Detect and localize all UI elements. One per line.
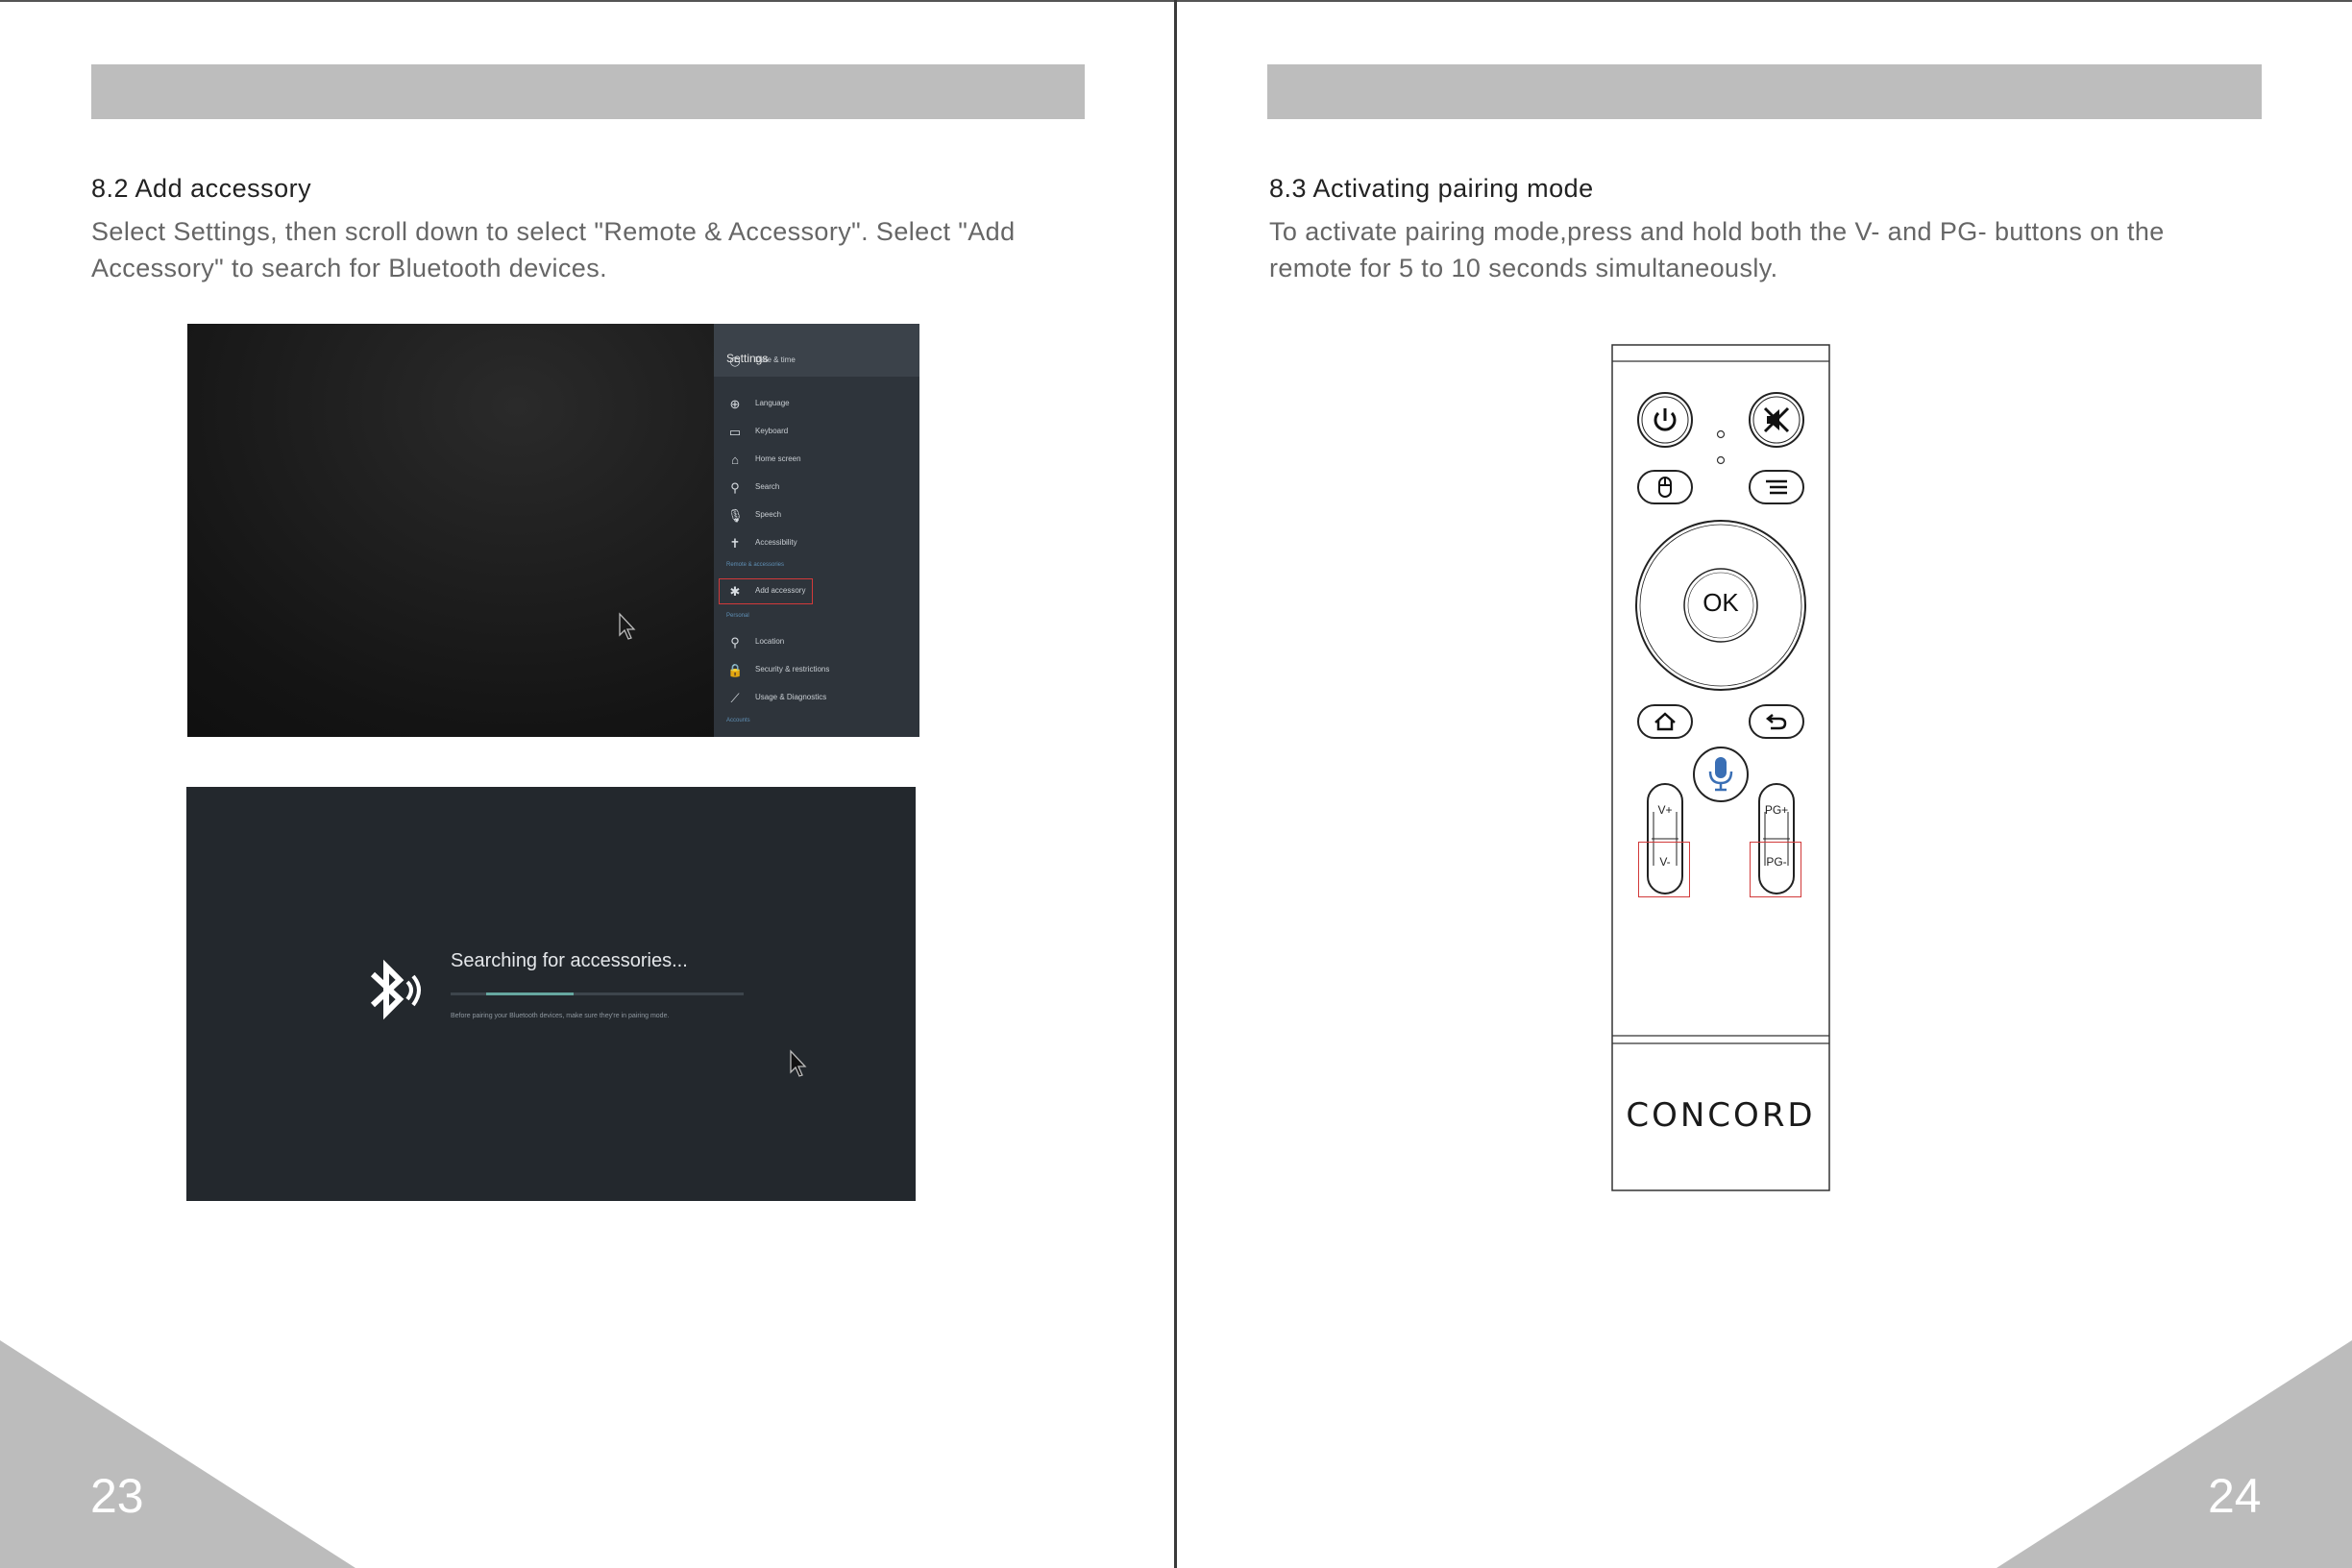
settings-item[interactable]: ▭ Keyboard xyxy=(714,422,919,443)
right-body-line-2: remote for 5 to 10 seconds simultaneousl… xyxy=(1269,254,1778,282)
settings-item-label: Location xyxy=(755,637,785,646)
right-corner-triangle xyxy=(1997,1340,2352,1568)
settings-item[interactable]: ✝ Accessibility xyxy=(714,533,919,554)
settings-item-label: Language xyxy=(755,399,790,407)
right-page-number: 24 xyxy=(2208,1469,2262,1523)
page-divider xyxy=(1174,0,1177,1568)
settings-item[interactable]: ⚲ Search xyxy=(714,478,919,499)
settings-item[interactable]: ⚲ Location xyxy=(714,632,919,653)
lock-icon: 🔒 xyxy=(727,663,744,677)
settings-item[interactable]: ⌂ Home screen xyxy=(714,450,919,471)
settings-item[interactable]: 🎙 Speech xyxy=(714,505,919,527)
globe-icon: ⊕ xyxy=(729,397,741,411)
ok-label: OK xyxy=(1703,588,1739,617)
left-page-number: 23 xyxy=(90,1469,144,1523)
settings-item-label: Speech xyxy=(755,510,782,519)
settings-item-label: Security & restrictions xyxy=(755,665,830,674)
left-body-line-2: Accessory" to search for Bluetooth devic… xyxy=(91,254,608,282)
remote-accessories-section-label: Remote & accessories xyxy=(726,562,785,568)
remote-control-diagram: OK V+ V- PG+ PG- CONCORD xyxy=(1611,344,1830,1191)
volume-down-highlight xyxy=(1638,842,1690,897)
pairing-hint-text: Before pairing your Bluetooth devices, m… xyxy=(451,1013,670,1019)
chart-line-icon: ⟋ xyxy=(730,691,740,705)
mouse-cursor-icon xyxy=(619,612,636,640)
settings-item[interactable]: ⊕ Language xyxy=(714,394,919,415)
mute-button[interactable] xyxy=(1748,391,1805,449)
right-body-line-1: To activate pairing mode,press and hold … xyxy=(1269,217,2165,246)
menu-button[interactable] xyxy=(1748,469,1805,505)
search-icon: ⚲ xyxy=(730,480,740,495)
location-pin-icon: ⚲ xyxy=(730,635,740,649)
search-progress-bar xyxy=(451,992,744,995)
left-header-bar xyxy=(91,64,1085,119)
bluetooth-searching-icon xyxy=(370,959,421,1020)
settings-item-label: Date & time xyxy=(755,355,796,364)
left-body-line-1: Select Settings, then scroll down to sel… xyxy=(91,217,1016,246)
settings-item[interactable]: ⟋ Usage & Diagnostics xyxy=(714,688,919,709)
settings-item-label: Accessibility xyxy=(755,538,797,547)
page-down-highlight xyxy=(1750,842,1801,897)
accessibility-icon: ✝ xyxy=(729,536,741,551)
left-corner-triangle xyxy=(0,1340,355,1568)
back-button[interactable] xyxy=(1748,703,1805,740)
right-header-bar xyxy=(1267,64,2262,119)
page-up-label[interactable]: PG+ xyxy=(1752,803,1801,817)
microphone-icon: 🎙 xyxy=(727,508,744,523)
settings-item[interactable]: ◷ Date & time xyxy=(714,351,919,372)
personal-section-label: Personal xyxy=(726,613,749,619)
settings-item-add-accessory[interactable]: ✱ Add accessory xyxy=(714,581,919,602)
clock-icon: ◷ xyxy=(729,354,741,368)
settings-item-label: Home screen xyxy=(755,454,801,463)
mouse-cursor-icon xyxy=(790,1049,807,1077)
bluetooth-search-screenshot: Searching for accessories... Before pair… xyxy=(186,787,916,1201)
remote-brand-logo: CONCORD xyxy=(1626,1096,1816,1135)
keyboard-icon: ▭ xyxy=(728,425,742,439)
settings-item-label: Keyboard xyxy=(755,427,789,435)
accounts-section-label: Accounts xyxy=(726,718,750,723)
settings-item-label: Add accessory xyxy=(755,586,806,595)
searching-status-text: Searching for accessories... xyxy=(451,950,688,971)
settings-panel: Settings ◷ Date & time ⊕ Language ▭ Keyboard ⌂… xyxy=(714,324,919,737)
settings-item-label: Usage & Diagnostics xyxy=(755,693,827,701)
home-icon: ⌂ xyxy=(731,453,739,467)
power-button[interactable] xyxy=(1636,391,1694,449)
home-button[interactable] xyxy=(1636,703,1694,740)
bluetooth-icon: ✱ xyxy=(729,584,741,599)
search-progress-fill xyxy=(485,992,575,995)
volume-up-label[interactable]: V+ xyxy=(1641,803,1689,817)
settings-item-label: Search xyxy=(755,482,780,491)
left-section-title: 8.2 Add accessory xyxy=(91,174,312,203)
settings-screenshot: Settings ◷ Date & time ⊕ Language ▭ Keyboard ⌂… xyxy=(187,324,919,737)
voice-button[interactable] xyxy=(1692,746,1750,803)
settings-item[interactable]: 🔒 Security & restrictions xyxy=(714,660,919,681)
right-section-title: 8.3 Activating pairing mode xyxy=(1269,174,1594,203)
mouse-mode-button[interactable] xyxy=(1636,469,1694,505)
